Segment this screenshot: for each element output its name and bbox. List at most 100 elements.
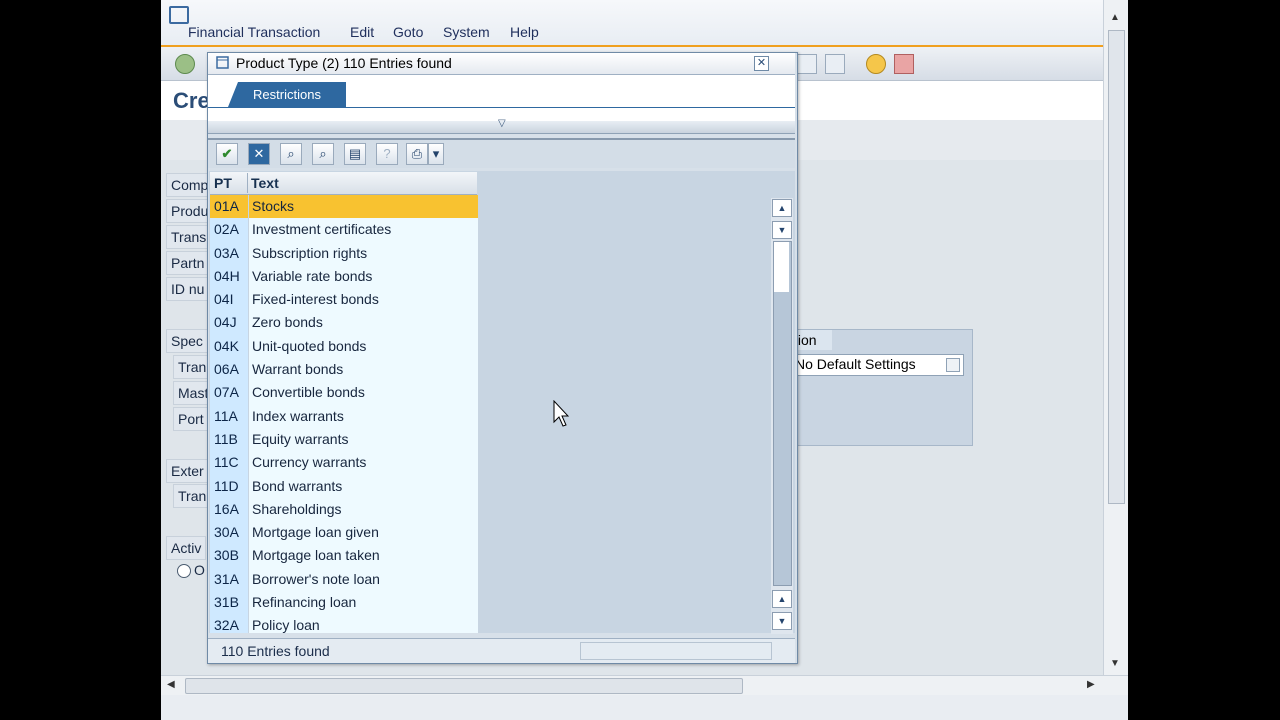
menu-help[interactable]: Help bbox=[510, 24, 539, 40]
product-type-text[interactable]: Investment certificates bbox=[249, 218, 478, 242]
product-type-code[interactable]: 31A bbox=[210, 567, 248, 592]
table-row[interactable]: 11D Bond warrants bbox=[210, 474, 478, 498]
scroll-left-icon[interactable]: ◀ bbox=[167, 679, 175, 690]
customize-icon[interactable] bbox=[825, 54, 845, 74]
table-row[interactable]: 32A Policy loan bbox=[210, 614, 478, 633]
product-type-code[interactable]: 11D bbox=[210, 474, 248, 498]
product-type-text[interactable]: Stocks bbox=[249, 195, 478, 219]
product-type-text[interactable]: Bond warrants bbox=[249, 474, 478, 498]
table-row[interactable]: 11B Equity warrants bbox=[210, 427, 478, 452]
product-type-code[interactable]: 07A bbox=[210, 381, 248, 405]
table-row[interactable]: 11C Currency warrants bbox=[210, 451, 478, 475]
collapse-bar[interactable]: ▽ bbox=[208, 118, 795, 134]
table-row[interactable]: 04I Fixed-interest bonds bbox=[210, 288, 478, 312]
product-type-code[interactable]: 04J bbox=[210, 311, 248, 335]
scroll-thumb[interactable] bbox=[1108, 30, 1125, 504]
menu-edit[interactable]: Edit bbox=[350, 24, 374, 40]
scroll-down-icon[interactable]: ▼ bbox=[1110, 658, 1120, 669]
cancel-icon[interactable]: ✕ bbox=[248, 143, 270, 165]
collapse-icon[interactable]: ▽ bbox=[498, 118, 506, 129]
product-type-code[interactable]: 04H bbox=[210, 264, 248, 289]
scroll-thumb-top bbox=[774, 242, 789, 292]
scroll-down-icon[interactable]: ▼ bbox=[772, 221, 792, 239]
table-row[interactable]: 03A Subscription rights bbox=[210, 241, 478, 265]
table-row[interactable]: 04K Unit-quoted bonds bbox=[210, 334, 478, 359]
product-type-text[interactable]: Zero bonds bbox=[249, 311, 478, 335]
product-type-text[interactable]: Currency warrants bbox=[249, 451, 478, 475]
product-type-text[interactable]: Subscription rights bbox=[249, 241, 478, 265]
layout-icon[interactable] bbox=[797, 54, 817, 74]
table-row[interactable]: 07A Convertible bonds bbox=[210, 381, 478, 405]
product-type-text[interactable]: Index warrants bbox=[249, 404, 478, 428]
dropdown-icon[interactable] bbox=[946, 358, 960, 372]
radio-button[interactable] bbox=[177, 564, 191, 578]
find-icon[interactable]: ⌕ bbox=[280, 143, 302, 165]
settings-icon[interactable]: ▤ bbox=[344, 143, 366, 165]
close-icon[interactable]: ✕ bbox=[754, 56, 769, 71]
scroll-up-icon[interactable]: ▲ bbox=[772, 199, 792, 217]
help-icon[interactable] bbox=[866, 54, 886, 74]
product-type-text[interactable]: Variable rate bonds bbox=[249, 264, 478, 289]
table-row[interactable]: 04J Zero bonds bbox=[210, 311, 478, 335]
product-type-text[interactable]: Convertible bonds bbox=[249, 381, 478, 405]
product-type-code[interactable]: 01A bbox=[210, 195, 248, 219]
product-type-code[interactable]: 04K bbox=[210, 334, 248, 359]
vertical-scrollbar[interactable]: ▲ ▼ bbox=[1103, 0, 1128, 680]
product-type-code[interactable]: 04I bbox=[210, 288, 248, 312]
product-type-code[interactable]: 11C bbox=[210, 451, 248, 475]
product-type-code[interactable]: 11B bbox=[210, 427, 248, 452]
product-type-code[interactable]: 16A bbox=[210, 497, 248, 522]
product-type-code[interactable]: 11A bbox=[210, 404, 248, 428]
print-icon[interactable]: ⎙ bbox=[406, 143, 428, 165]
product-type-text[interactable]: Equity warrants bbox=[249, 427, 478, 452]
window-menu-icon[interactable] bbox=[169, 6, 189, 24]
product-type-code[interactable]: 30A bbox=[210, 521, 248, 545]
product-type-text[interactable]: Mortgage loan taken bbox=[249, 544, 478, 568]
scroll-down-icon[interactable]: ▼ bbox=[772, 612, 792, 630]
scroll-thumb[interactable] bbox=[773, 241, 792, 586]
product-type-text[interactable]: Shareholdings bbox=[249, 497, 478, 522]
local-layout-icon[interactable] bbox=[894, 54, 914, 74]
table-row[interactable]: 31A Borrower's note loan bbox=[210, 567, 478, 592]
default-settings-panel: tion No Default Settings bbox=[771, 329, 973, 446]
table-row[interactable]: 04H Variable rate bonds bbox=[210, 264, 478, 289]
table-row[interactable]: 06A Warrant bonds bbox=[210, 358, 478, 382]
enter-icon[interactable] bbox=[175, 54, 195, 74]
tab-restrictions[interactable]: Restrictions bbox=[228, 82, 346, 107]
product-type-text[interactable]: Mortgage loan given bbox=[249, 521, 478, 545]
product-type-text[interactable]: Policy loan bbox=[249, 614, 478, 633]
column-header-pt[interactable]: PT bbox=[214, 175, 232, 191]
enter-icon[interactable]: ✔ bbox=[216, 143, 238, 165]
product-type-code[interactable]: 06A bbox=[210, 358, 248, 382]
table-row[interactable]: 30A Mortgage loan given bbox=[210, 521, 478, 545]
scroll-up-icon[interactable]: ▲ bbox=[1110, 12, 1120, 23]
product-type-text[interactable]: Unit-quoted bonds bbox=[249, 334, 478, 359]
find-next-icon[interactable]: ⌕ bbox=[312, 143, 334, 165]
table-row[interactable]: 30B Mortgage loan taken bbox=[210, 544, 478, 568]
product-type-text[interactable]: Warrant bonds bbox=[249, 358, 478, 382]
table-row[interactable]: 02A Investment certificates bbox=[210, 218, 478, 242]
table-row[interactable]: 16A Shareholdings bbox=[210, 497, 478, 522]
product-type-code[interactable]: 30B bbox=[210, 544, 248, 568]
product-type-code[interactable]: 02A bbox=[210, 218, 248, 242]
help-icon[interactable]: ? bbox=[376, 143, 398, 165]
menu-goto[interactable]: Goto bbox=[393, 24, 423, 40]
product-type-text[interactable]: Fixed-interest bonds bbox=[249, 288, 478, 312]
horizontal-scroll-thumb[interactable] bbox=[185, 678, 743, 694]
scroll-right-icon[interactable]: ▶ bbox=[1087, 679, 1095, 690]
table-row[interactable]: 11A Index warrants bbox=[210, 404, 478, 428]
product-type-text[interactable]: Refinancing loan bbox=[249, 591, 478, 615]
menu-financial-transaction[interactable]: Financial Transaction bbox=[188, 24, 320, 40]
dialog-status-bar: 110 Entries found bbox=[208, 638, 795, 663]
product-type-code[interactable]: 03A bbox=[210, 241, 248, 265]
product-type-code[interactable]: 31B bbox=[210, 591, 248, 615]
table-row[interactable]: 01A Stocks bbox=[210, 195, 478, 219]
column-header-text[interactable]: Text bbox=[251, 175, 279, 191]
scroll-up-icon[interactable]: ▲ bbox=[772, 590, 792, 608]
settings-dropdown[interactable]: No Default Settings bbox=[792, 354, 964, 376]
product-type-code[interactable]: 32A bbox=[210, 614, 248, 633]
menu-icon[interactable]: ▾ bbox=[428, 143, 444, 165]
product-type-text[interactable]: Borrower's note loan bbox=[249, 567, 478, 592]
menu-system[interactable]: System bbox=[443, 24, 490, 40]
table-row[interactable]: 31B Refinancing loan bbox=[210, 591, 478, 615]
